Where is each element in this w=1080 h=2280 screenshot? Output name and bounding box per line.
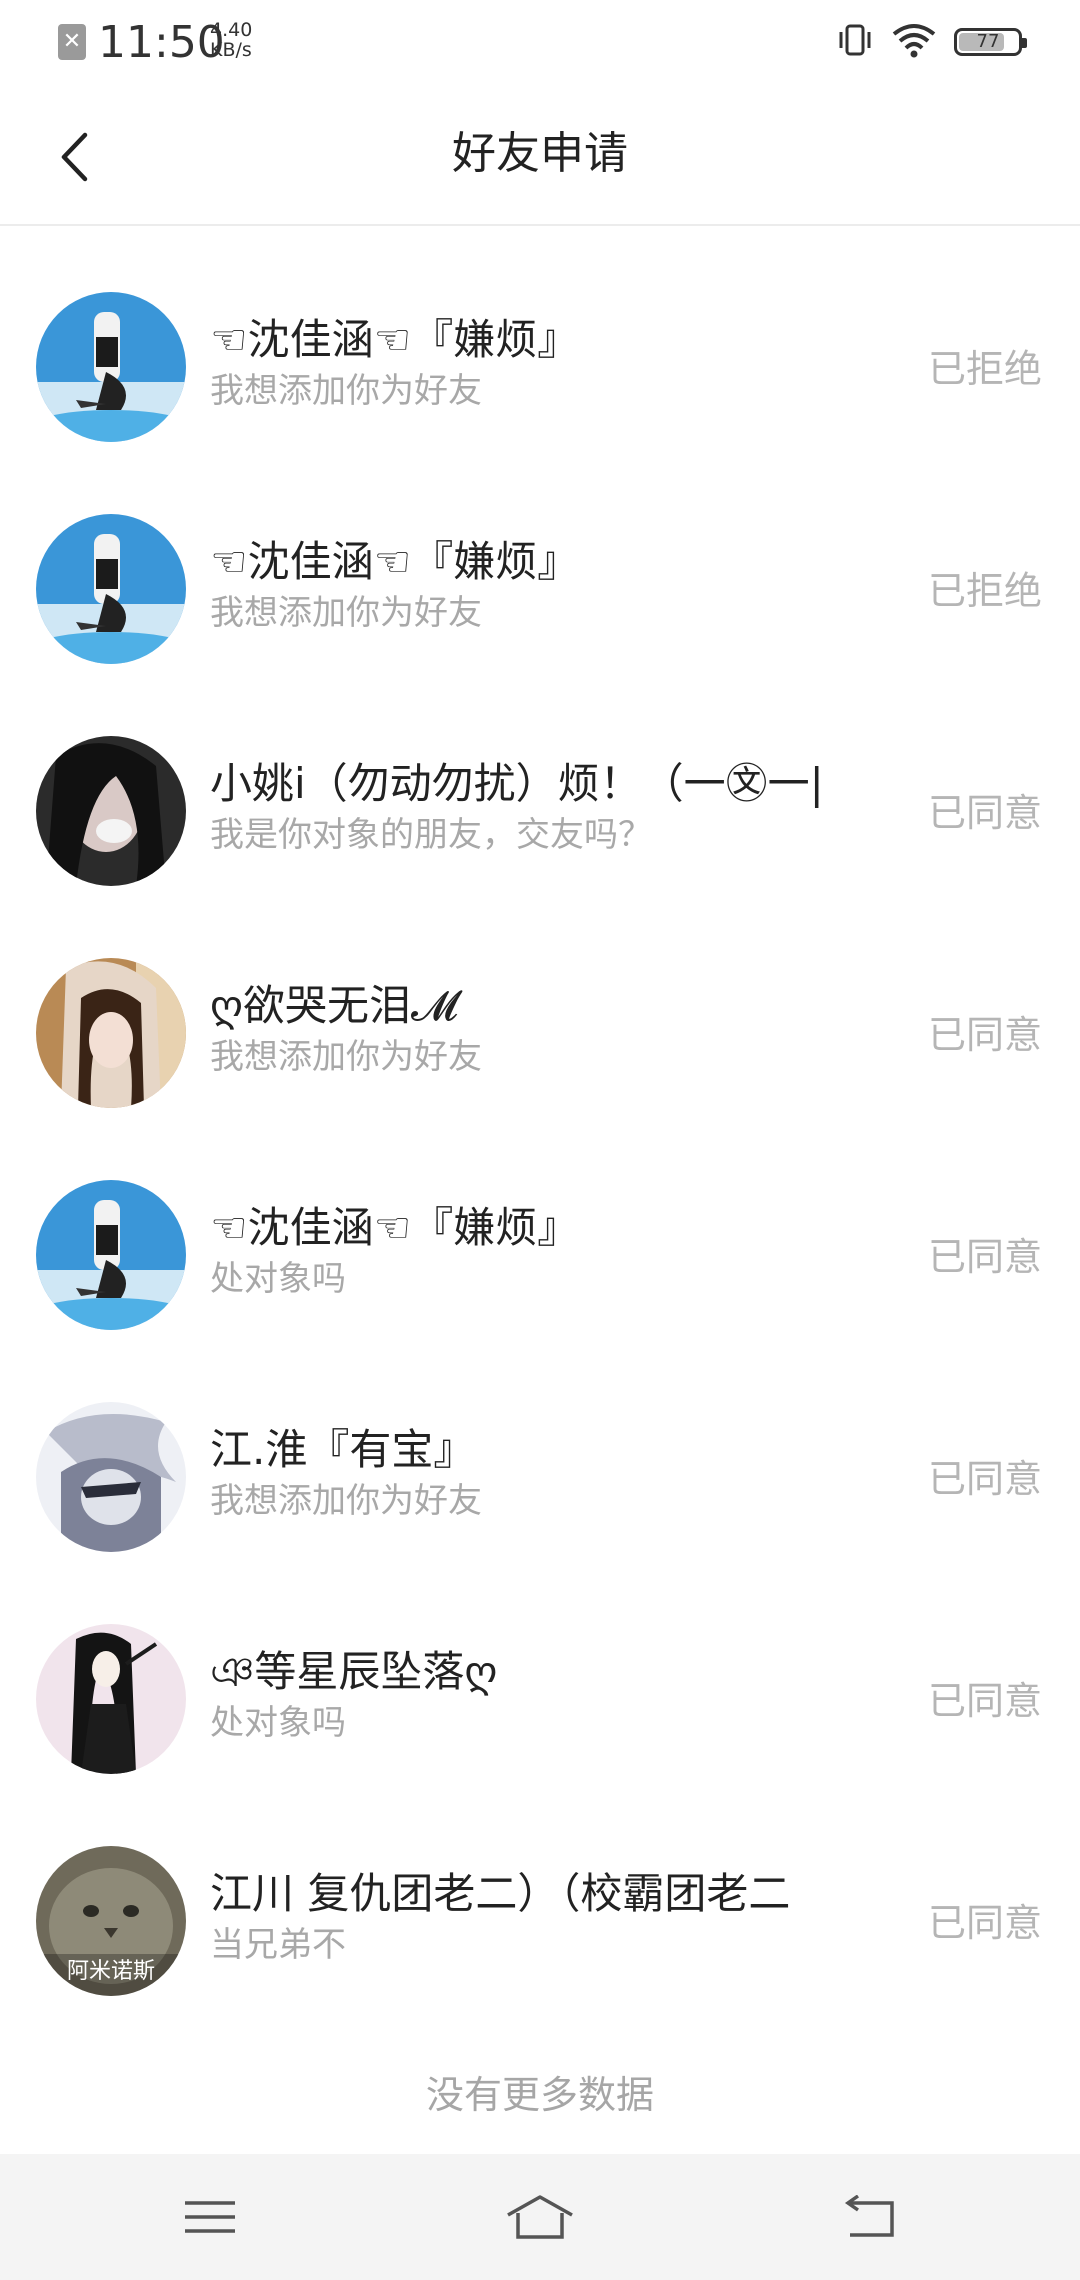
requester-name: ☜沈佳涵☜『嫌烦』 (210, 315, 580, 364)
back-nav-button[interactable] (820, 2182, 920, 2252)
requester-name: 江川 复仇团老二）（校霸团老二 (210, 1869, 791, 1918)
request-status: 已同意 (927, 1901, 1042, 1945)
vibrate-icon (836, 22, 874, 62)
list-item[interactable]: ঞ等星辰坠落ღ 处对象吗 已同意 (0, 1558, 1080, 1780)
network-speed: 4.40 KB/s (210, 20, 270, 60)
request-message: 我想添加你为好友 (210, 371, 482, 411)
status-time: 11:50 (98, 17, 225, 68)
requester-name: ঞ等星辰坠落ღ (210, 1647, 498, 1696)
request-message: 当兄弟不 (210, 1925, 346, 1965)
item-text: ঞ等星辰坠落ღ 处对象吗 (210, 1644, 870, 1746)
header: 好友申请 (0, 86, 1080, 226)
notification-blocked-icon: ✕ (58, 24, 86, 60)
item-text: ☜沈佳涵☜『嫌烦』 处对象吗 (210, 1200, 870, 1302)
list-item[interactable]: ☜沈佳涵☜『嫌烦』 我想添加你为好友 已拒绝 (0, 226, 1080, 448)
avatar[interactable] (36, 958, 186, 1108)
network-speed-unit: KB/s (210, 39, 252, 61)
avatar[interactable] (36, 736, 186, 886)
status-icons: 77 (836, 20, 1027, 64)
requester-name: ☜沈佳涵☜『嫌烦』 (210, 537, 580, 586)
avatar[interactable] (36, 292, 186, 442)
avatar[interactable] (36, 514, 186, 664)
list-item[interactable]: 阿米诺斯 江川 复仇团老二）（校霸团老二 当兄弟不 已同意 (0, 1780, 1080, 2002)
avatar[interactable] (36, 1402, 186, 1552)
avatar[interactable]: 阿米诺斯 (36, 1846, 186, 1996)
request-status: 已拒绝 (927, 347, 1042, 391)
no-more-data-label: 没有更多数据 (425, 2073, 654, 2117)
item-text: 小姚i（勿动勿扰）烦！（一㉆一| 我是你对象的朋友，交友吗？ (210, 756, 870, 858)
avatar[interactable] (36, 1180, 186, 1330)
requester-name: 江.淮『有宝』 (210, 1425, 476, 1474)
request-message: 我想添加你为好友 (210, 1481, 482, 1521)
list-item[interactable]: ღ欲哭无泪𝓜 我想添加你为好友 已同意 (0, 892, 1080, 1114)
battery-icon: 77 (954, 28, 1027, 56)
home-button[interactable] (490, 2182, 590, 2252)
network-speed-value: 4.40 (210, 19, 253, 41)
menu-icon (185, 2201, 235, 2233)
battery-level: 77 (976, 31, 1000, 52)
back-icon (844, 2195, 894, 2237)
request-message: 我想添加你为好友 (210, 593, 482, 633)
request-status: 已同意 (927, 1457, 1042, 1501)
request-message: 处对象吗 (210, 1259, 346, 1299)
page-title: 好友申请 (452, 128, 628, 179)
home-icon (507, 2195, 573, 2239)
item-text: 江川 复仇团老二）（校霸团老二 当兄弟不 (210, 1866, 870, 1968)
request-status: 已同意 (927, 1679, 1042, 1723)
wifi-icon (892, 22, 936, 62)
menu-button[interactable] (160, 2182, 260, 2252)
status-bar: ✕ 11:50 4.40 KB/s 77 (0, 0, 1080, 86)
item-text: ☜沈佳涵☜『嫌烦』 我想添加你为好友 (210, 534, 870, 636)
list-item[interactable]: 江.淮『有宝』 我想添加你为好友 已同意 (0, 1336, 1080, 1558)
request-status: 已同意 (927, 1235, 1042, 1279)
friend-request-list: ☜沈佳涵☜『嫌烦』 我想添加你为好友 已拒绝 ☜沈佳涵☜『嫌烦』 我想添加你为好… (0, 226, 1080, 2002)
avatar[interactable] (36, 1624, 186, 1774)
list-item[interactable]: ☜沈佳涵☜『嫌烦』 我想添加你为好友 已拒绝 (0, 448, 1080, 670)
requester-name: ☜沈佳涵☜『嫌烦』 (210, 1203, 580, 1252)
avatar-caption: 阿米诺斯 (67, 1959, 155, 1984)
request-message: 我是你对象的朋友，交友吗？ (210, 815, 652, 855)
request-status: 已拒绝 (927, 569, 1042, 613)
item-text: ☜沈佳涵☜『嫌烦』 我想添加你为好友 (210, 312, 870, 414)
request-status: 已同意 (927, 1013, 1042, 1057)
request-message: 处对象吗 (210, 1703, 346, 1743)
requester-name: 小姚i（勿动勿扰）烦！（一㉆一| (210, 759, 824, 808)
request-message: 我想添加你为好友 (210, 1037, 482, 1077)
request-status: 已同意 (927, 791, 1042, 835)
requester-name: ღ欲哭无泪𝓜 (210, 981, 459, 1030)
list-item[interactable]: 小姚i（勿动勿扰）烦！（一㉆一| 我是你对象的朋友，交友吗？ 已同意 (0, 670, 1080, 892)
navigation-bar (0, 2154, 1080, 2280)
item-text: ღ欲哭无泪𝓜 我想添加你为好友 (210, 978, 870, 1080)
item-text: 江.淮『有宝』 我想添加你为好友 (210, 1422, 870, 1524)
list-item[interactable]: ☜沈佳涵☜『嫌烦』 处对象吗 已同意 (0, 1114, 1080, 1336)
